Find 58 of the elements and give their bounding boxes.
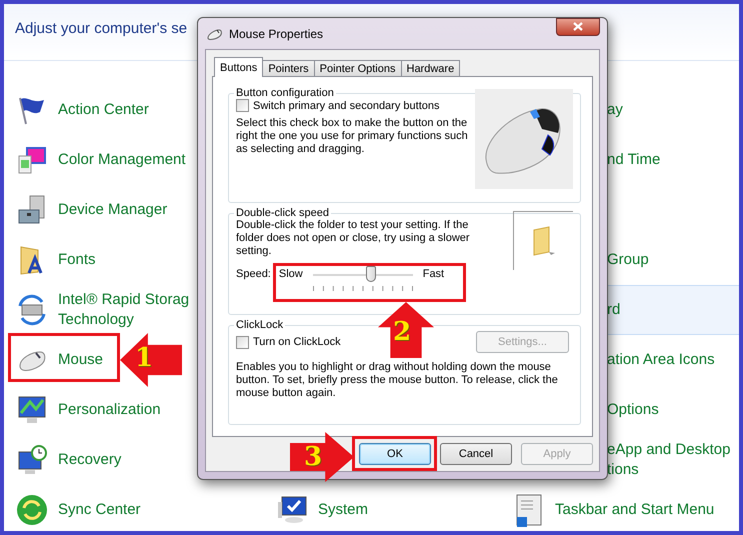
tab[interactable]: Pointers [262,60,315,76]
fast-label: Fast [422,268,444,280]
group-title: Button configuration [235,87,335,99]
control-panel-link[interactable]: Mouse [58,350,104,370]
callout-arrow [290,432,354,482]
monitor-clock-icon [16,444,48,476]
description-text: Double-click the folder to test your setting. If the folder does not open or close, try using a slower setting. [236,219,471,258]
disk-arrows-icon [16,294,48,326]
tab[interactable]: Buttons [214,57,264,77]
description-text: Select this check box to make the button on the right the one you use for primary functions such as selecting and dragging. [236,117,469,156]
control-panel-link[interactable]: Personalization [58,400,161,420]
window-title: Mouse Properties [229,26,324,40]
tab[interactable]: Hardware [400,60,460,76]
control-panel-link[interactable]: ay [607,100,623,120]
control-panel-link[interactable]: Device Manager [58,200,168,220]
folder-icon [530,226,556,256]
checkbox[interactable] [236,99,249,112]
color-monitor-icon [16,144,48,176]
control-panel-link[interactable]: Fonts [58,250,96,270]
control-panel-link[interactable]: Color Management [58,150,186,170]
callout-arrow [120,333,182,387]
page-heading: Adjust your computer's se [15,20,188,37]
dialog-button[interactable]: Cancel [440,443,512,465]
control-panel-link[interactable]: rd [607,300,620,320]
control-panel-link[interactable]: Intel® Rapid Storag Technology [58,290,190,330]
dialog-button[interactable]: OK [359,443,431,465]
speed-slider[interactable] [312,268,413,292]
control-panel-link[interactable]: Recovery [58,450,122,470]
test-folder-area[interactable] [513,211,573,270]
callout-arrow [378,302,434,358]
close-button[interactable] [556,18,600,36]
speed-label: Speed: [236,268,271,280]
control-panel-link[interactable]: nd Time [607,150,660,170]
group-title: ClickLock [235,319,284,331]
mouse-icon [207,26,223,40]
control-panel-link[interactable]: eApp and Desktop tions [607,440,730,480]
step-number: 1 [135,345,154,371]
group-title: Double-click speed [235,207,330,219]
control-panel-link[interactable]: Group [607,250,649,270]
control-panel-link[interactable]: System [318,500,368,520]
sync-circle-icon [16,494,48,526]
monitor-icon [16,394,48,426]
checkbox-label: Switch primary and secondary buttons [253,100,440,112]
description-text: Enables you to highlight or drag without holding down the mouse button. To set, briefly press the mouse button. To release, click the mouse button again. [236,361,559,400]
slow-label: Slow [278,268,303,280]
step-number: 3 [304,444,322,470]
control-panel-link[interactable]: Options [607,400,659,420]
control-panel-link[interactable]: ation Area Icons [607,350,715,370]
control-panel-link[interactable]: Sync Center [58,500,141,520]
control-panel-link[interactable]: Action Center [58,100,149,120]
checkbox[interactable] [236,336,249,348]
control-panel-link[interactable]: Taskbar and Start Menu [555,500,714,520]
tab[interactable]: Pointer Options [314,60,402,76]
slider-thumb[interactable] [366,266,376,282]
checkbox-label: Turn on ClickLock [253,336,341,348]
close-icon [573,22,583,31]
step-number: 2 [393,319,412,345]
monitor-check-icon [276,494,308,526]
